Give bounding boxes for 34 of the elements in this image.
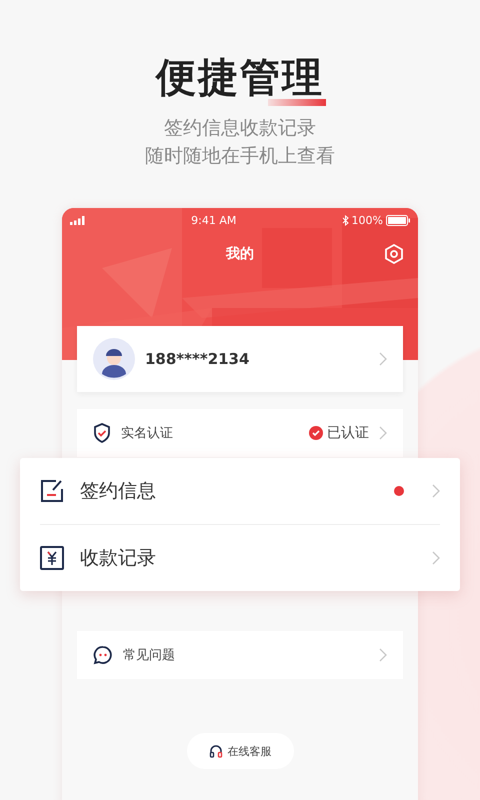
battery-percent: 100% xyxy=(352,214,383,226)
accent-bar xyxy=(268,99,326,106)
subtitle-line: 随时随地在手机上查看 xyxy=(145,144,335,169)
menu-item[interactable]: 收款记录 xyxy=(40,524,440,591)
chevron-icon xyxy=(432,484,440,498)
row-label: 实名认证 xyxy=(121,425,174,442)
headset-icon xyxy=(208,744,222,758)
chevron-icon xyxy=(379,352,387,366)
chevron-icon xyxy=(379,648,387,662)
chat-icon xyxy=(93,645,113,665)
subtitle-line: 签约信息收款记录 xyxy=(163,116,317,141)
yen-icon xyxy=(40,546,64,570)
row-label: 常见问题 xyxy=(123,647,176,664)
verification-row[interactable]: 实名认证 已认证 xyxy=(77,409,403,457)
bluetooth-icon xyxy=(342,214,349,226)
phone-number: 188****2134 xyxy=(145,350,250,368)
status-label: 已认证 xyxy=(327,424,369,442)
faq-row[interactable]: 常见问题 xyxy=(77,631,403,679)
shield-icon xyxy=(93,423,111,443)
avatar-icon xyxy=(93,338,135,380)
headline: 便捷管理 xyxy=(156,58,324,98)
chevron-icon xyxy=(432,551,440,565)
menu-item[interactable]: 签约信息 xyxy=(40,458,440,524)
edit-icon xyxy=(40,479,64,503)
profile-card[interactable]: 188****2134 xyxy=(77,326,403,392)
menu-label: 签约信息 xyxy=(80,479,157,504)
settings-icon[interactable] xyxy=(384,244,404,264)
chevron-icon xyxy=(379,426,387,440)
status-time: 9:41 AM xyxy=(191,214,236,226)
customer-service-button[interactable]: 在线客服 xyxy=(186,733,294,769)
menu-label: 收款记录 xyxy=(80,546,157,571)
signal-icon xyxy=(70,216,86,224)
page-title: 我的 xyxy=(226,245,254,263)
battery-icon xyxy=(386,214,410,226)
